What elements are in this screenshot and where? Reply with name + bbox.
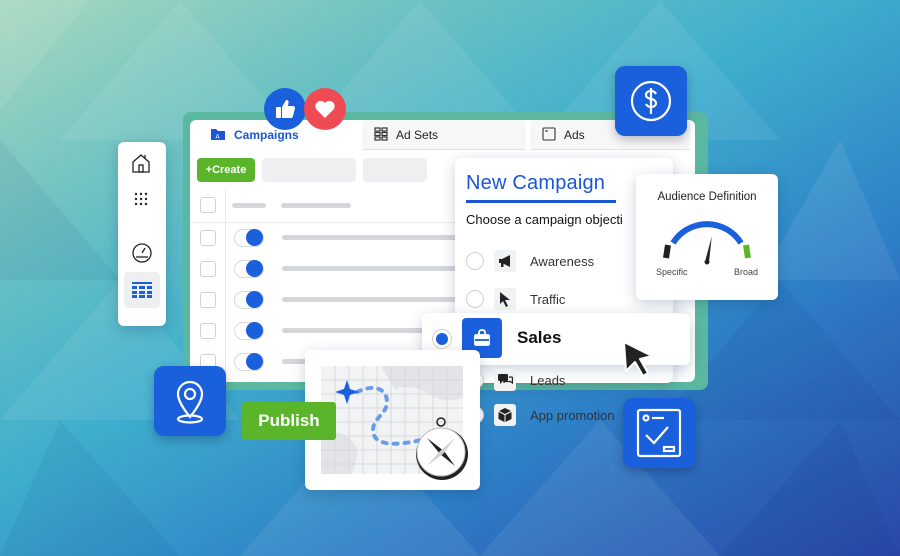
tab-label: Ads <box>564 128 585 142</box>
gauge-left-label: Specific <box>656 267 688 277</box>
like-icon <box>264 88 306 130</box>
new-campaign-subtitle: Choose a campaign objecti <box>466 212 623 227</box>
option-traffic[interactable]: Traffic <box>466 288 565 310</box>
row-checkbox[interactable] <box>200 230 216 246</box>
create-button[interactable]: +Create <box>197 158 255 182</box>
header-divider <box>190 222 460 223</box>
gauge-right-label: Broad <box>734 267 759 277</box>
option-label: Leads <box>530 372 566 388</box>
dollar-tile <box>615 66 687 136</box>
row-toggle[interactable] <box>234 260 264 278</box>
checklist-icon <box>636 408 682 458</box>
option-awareness[interactable]: Awareness <box>466 250 594 272</box>
location-tile <box>154 366 226 436</box>
row-toggle[interactable] <box>234 229 264 247</box>
table-divider <box>225 190 226 380</box>
option-leads[interactable]: Leads <box>466 369 565 391</box>
mouse-cursor-icon <box>620 338 658 385</box>
cube-icon <box>494 404 516 426</box>
heart-icon <box>304 88 346 130</box>
option-label: Awareness <box>530 253 595 269</box>
tab-label: Ad Sets <box>396 128 439 142</box>
radio-button[interactable] <box>466 290 484 308</box>
home-icon <box>132 154 150 173</box>
apps-icon <box>134 192 148 206</box>
gauge-arc <box>670 221 744 245</box>
table-icon <box>132 282 152 298</box>
audience-gauge <box>663 221 751 265</box>
window-icon <box>542 126 556 144</box>
header-placeholder <box>281 203 351 208</box>
tab-ad-sets[interactable]: Ad Sets <box>362 120 526 150</box>
new-campaign-title: New Campaign <box>466 172 606 194</box>
row-checkbox[interactable] <box>200 323 216 339</box>
chat-icon <box>494 369 516 391</box>
publish-button[interactable]: Publish <box>242 402 336 440</box>
sidebar-item-gauge[interactable] <box>131 242 153 269</box>
gauge-needle <box>704 236 712 265</box>
row-toggle[interactable] <box>234 291 264 309</box>
compass-icon <box>413 416 473 487</box>
row-checkbox[interactable] <box>200 292 216 308</box>
row-toggle[interactable] <box>234 353 264 371</box>
option-app-promotion[interactable]: App promotion <box>466 404 615 426</box>
row-placeholder <box>282 266 457 271</box>
option-label: Traffic <box>530 291 566 307</box>
sidebar <box>118 142 166 326</box>
tab-label: Campaigns <box>234 128 299 142</box>
header-placeholder <box>232 203 266 208</box>
option-label: App promotion <box>530 407 615 423</box>
checklist-tile <box>623 398 695 468</box>
megaphone-icon <box>494 250 516 272</box>
row-toggle[interactable] <box>234 322 264 340</box>
toolbar-placeholder <box>363 158 427 182</box>
title-underline <box>466 200 616 203</box>
folder-icon: A <box>210 127 226 144</box>
select-all-checkbox[interactable] <box>200 197 216 213</box>
sidebar-item-apps[interactable] <box>134 192 148 211</box>
grid-icon <box>374 126 388 144</box>
row-checkbox[interactable] <box>200 261 216 277</box>
toolbar-placeholder <box>262 158 356 182</box>
radio-selected[interactable] <box>432 329 452 349</box>
gauge-icon <box>132 243 152 263</box>
audience-title: Audience Definition <box>657 191 757 203</box>
gauge-specific-segment <box>663 244 671 259</box>
cursor-icon <box>494 288 516 310</box>
gauge-broad-segment <box>743 244 751 259</box>
option-label: Sales <box>517 328 562 347</box>
sidebar-item-table[interactable] <box>124 272 160 308</box>
audience-definition-card: Audience Definition Specific Broad <box>636 174 778 300</box>
row-placeholder <box>282 235 457 240</box>
location-pin-icon <box>176 380 204 424</box>
radio-button[interactable] <box>466 252 484 270</box>
dollar-icon <box>630 80 672 122</box>
sidebar-item-home[interactable] <box>130 152 152 179</box>
row-placeholder <box>282 297 457 302</box>
